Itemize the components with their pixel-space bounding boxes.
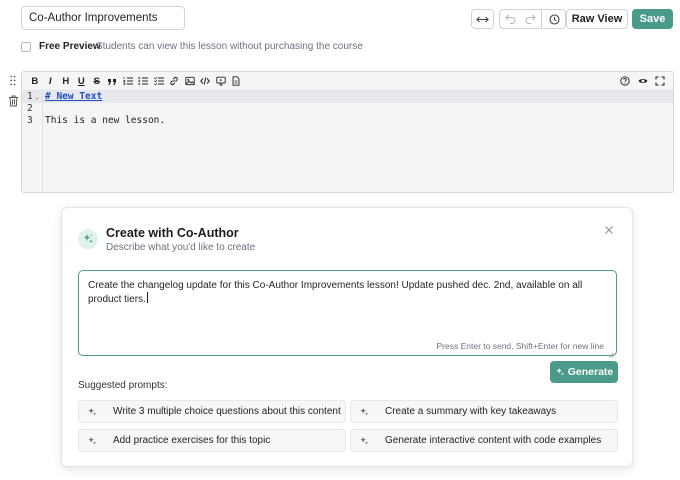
code-line: 2 xyxy=(22,103,673,115)
resize-grip-icon[interactable] xyxy=(608,347,614,358)
history-button[interactable] xyxy=(543,9,566,29)
arrows-horizontal-icon xyxy=(476,16,489,22)
suggested-prompt[interactable]: Create a summary with key takeaways xyxy=(350,400,618,423)
link-icon xyxy=(170,76,179,86)
undo-icon xyxy=(504,14,515,24)
fold-chevron-icon[interactable]: ⌄ xyxy=(35,91,39,103)
prompt-textarea[interactable]: Create the changelog update for this Co-… xyxy=(78,270,617,358)
strikethrough-button[interactable]: S xyxy=(89,74,105,88)
sparkles-icon xyxy=(87,407,101,417)
ordered-list-button[interactable] xyxy=(120,74,136,88)
fullscreen-icon xyxy=(655,76,665,86)
markdown-editor[interactable]: B I H U S 1 ⌄ # New Text 2 3 This is a n… xyxy=(21,71,674,193)
save-button[interactable]: Save xyxy=(632,9,673,29)
image-icon xyxy=(185,76,195,86)
code-line-text: This is a new lesson. xyxy=(45,115,166,126)
sparkles-icon xyxy=(359,407,373,417)
link-button[interactable] xyxy=(167,74,183,88)
coauthor-dialog: Create with Co-Author Describe what you'… xyxy=(61,207,633,467)
monitor-icon xyxy=(216,76,226,86)
bullet-list-button[interactable] xyxy=(136,74,152,88)
expand-width-button[interactable] xyxy=(471,9,494,29)
preview-button[interactable] xyxy=(635,74,651,88)
suggested-prompt[interactable]: Generate interactive content with code e… xyxy=(350,429,618,452)
file-button[interactable] xyxy=(229,74,245,88)
code-icon xyxy=(200,77,211,85)
dialog-subtitle: Describe what you'd like to create xyxy=(106,242,256,253)
task-list-icon xyxy=(153,77,164,86)
code-button[interactable] xyxy=(198,74,214,88)
code-area[interactable]: 1 ⌄ # New Text 2 3 This is a new lesson. xyxy=(22,91,673,192)
embed-button[interactable] xyxy=(213,74,229,88)
suggested-prompts-label: Suggested prompts: xyxy=(78,380,168,391)
drag-handle-icon[interactable] xyxy=(10,75,18,87)
generate-label: Generate xyxy=(567,366,614,378)
sparkles-icon xyxy=(78,229,98,249)
line-number: 2 xyxy=(27,103,33,114)
bullet-list-icon xyxy=(138,77,149,85)
bold-button[interactable]: B xyxy=(27,74,43,88)
underline-button[interactable]: U xyxy=(74,74,90,88)
image-button[interactable] xyxy=(182,74,198,88)
lesson-title-input[interactable]: Co-Author Improvements xyxy=(21,6,185,30)
raw-view-button[interactable]: Raw View xyxy=(566,9,628,29)
task-list-button[interactable] xyxy=(151,74,167,88)
close-icon[interactable] xyxy=(604,224,616,236)
eye-icon xyxy=(638,78,648,84)
help-icon xyxy=(620,76,630,86)
sparkles-icon xyxy=(359,436,373,446)
sparkles-icon xyxy=(87,436,101,446)
heading-button[interactable]: H xyxy=(58,74,74,88)
redo-button[interactable] xyxy=(520,9,542,29)
trash-icon[interactable] xyxy=(8,95,20,107)
help-button[interactable] xyxy=(618,74,634,88)
editor-toolbar: B I H U S xyxy=(22,72,673,91)
suggested-prompt-label: Add practice exercises for this topic xyxy=(113,435,271,446)
italic-button[interactable]: I xyxy=(43,74,59,88)
free-preview-description: Students can view this lesson without pu… xyxy=(96,41,363,52)
text-cursor xyxy=(146,292,148,303)
free-preview-label: Free Preview xyxy=(39,41,101,52)
suggested-prompt[interactable]: Write 3 multiple choice questions about … xyxy=(78,400,346,423)
prompt-text: Create the changelog update for this Co-… xyxy=(88,280,583,305)
quote-icon xyxy=(108,79,117,85)
dialog-title: Create with Co-Author xyxy=(106,226,239,240)
code-line: 1 ⌄ # New Text xyxy=(22,91,673,103)
suggested-prompt-label: Generate interactive content with code e… xyxy=(385,435,602,446)
generate-button[interactable]: Generate xyxy=(550,361,618,383)
line-number: 3 xyxy=(27,115,33,126)
ordered-list-icon xyxy=(122,77,133,86)
clock-icon xyxy=(548,13,560,25)
fullscreen-button[interactable] xyxy=(653,74,669,88)
code-line-text: # New Text xyxy=(45,91,103,102)
suggested-prompt-label: Write 3 multiple choice questions about … xyxy=(113,406,341,417)
undo-button[interactable] xyxy=(499,9,521,29)
free-preview-checkbox[interactable] xyxy=(21,42,31,52)
suggested-prompt-label: Create a summary with key takeaways xyxy=(385,406,557,417)
code-line: 3 This is a new lesson. xyxy=(22,115,673,127)
redo-icon xyxy=(525,14,536,24)
quote-button[interactable] xyxy=(105,74,121,88)
file-icon xyxy=(232,76,240,86)
sparkles-icon xyxy=(555,367,564,376)
suggested-prompt[interactable]: Add practice exercises for this topic xyxy=(78,429,346,452)
prompt-hint: Press Enter to send, Shift+Enter for new… xyxy=(436,341,605,351)
